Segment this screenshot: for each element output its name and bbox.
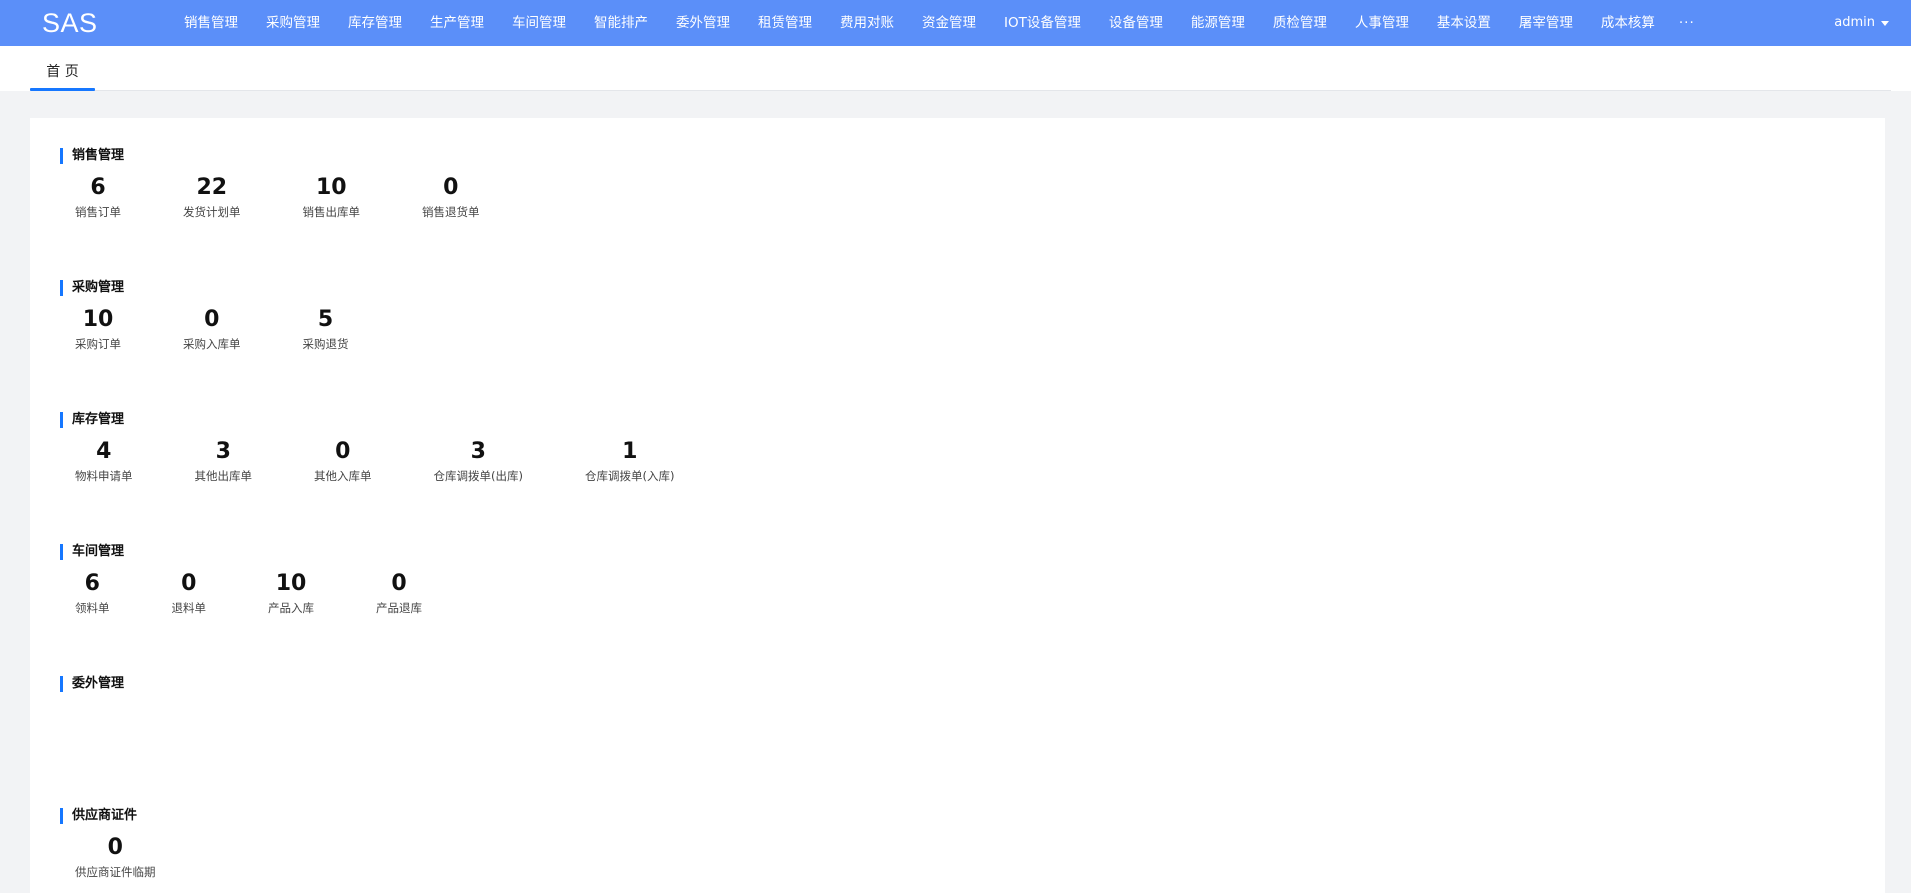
nav-item-outsourcing[interactable]: 委外管理	[662, 0, 744, 46]
stat-value: 6	[84, 571, 100, 596]
stat-label: 销售出库单	[302, 205, 361, 219]
main-nav: 销售管理 采购管理 库存管理 生产管理 车间管理 智能排产 委外管理 租赁管理 …	[170, 0, 1705, 46]
stat-label: 物料申请单	[75, 469, 133, 483]
nav-item-slaughter[interactable]: 屠宰管理	[1505, 0, 1587, 46]
stat-value: 10	[82, 307, 114, 332]
stat-label: 供应商证件临期	[75, 865, 156, 879]
stat-value: 0	[107, 835, 123, 860]
stat-value: 0	[391, 571, 407, 596]
stat-value: 0	[335, 439, 351, 464]
stat-value: 4	[96, 439, 112, 464]
chevron-down-icon	[1881, 20, 1889, 26]
nav-item-funds[interactable]: 资金管理	[908, 0, 990, 46]
stat-sales-outbound[interactable]: 10 销售出库单	[303, 173, 361, 221]
nav-item-workshop[interactable]: 车间管理	[498, 0, 580, 46]
stat-delivery-plans[interactable]: 22 发货计划单	[183, 173, 241, 221]
stat-label: 退料单	[171, 601, 207, 615]
stat-value: 3	[470, 439, 486, 464]
nav-item-basic-settings[interactable]: 基本设置	[1423, 0, 1505, 46]
nav-item-expense-reconciliation[interactable]: 费用对账	[826, 0, 908, 46]
stat-value: 22	[196, 175, 228, 200]
stat-label: 销售退货单	[422, 205, 480, 219]
stat-value: 10	[275, 571, 307, 596]
section-title: 销售管理	[60, 148, 124, 164]
stat-value: 5	[317, 307, 334, 332]
username: admin	[1834, 15, 1875, 30]
stat-value: 0	[204, 307, 220, 332]
nav-item-scheduling[interactable]: 智能排产	[580, 0, 662, 46]
stat-value: 3	[215, 439, 231, 464]
stat-picking-orders[interactable]: 6 领料单	[75, 569, 110, 617]
stat-list: 6 领料单 0 退料单 10 产品入库 0 产品退库	[75, 569, 484, 617]
stat-product-returns[interactable]: 0 产品退库	[376, 569, 422, 617]
stat-label: 仓库调拨单(入库)	[584, 469, 675, 483]
stat-label: 采购订单	[75, 337, 121, 351]
stat-label: 采购退货	[302, 337, 349, 351]
stat-value: 1	[622, 439, 638, 464]
section-title: 车间管理	[60, 544, 124, 560]
nav-item-iot-devices[interactable]: IOT设备管理	[990, 0, 1095, 46]
stat-transfer-in[interactable]: 1 仓库调拨单(入库)	[585, 437, 674, 485]
stat-label: 发货计划单	[183, 205, 241, 219]
nav-item-quality[interactable]: 质检管理	[1259, 0, 1341, 46]
stat-label: 产品退库	[376, 601, 422, 615]
stat-label: 领料单	[75, 601, 110, 615]
stat-label: 采购入库单	[183, 337, 241, 351]
nav-item-cost-accounting[interactable]: 成本核算	[1587, 0, 1669, 46]
nav-item-sales[interactable]: 销售管理	[170, 0, 252, 46]
stat-value: 0	[443, 175, 459, 200]
section-title: 采购管理	[60, 280, 124, 296]
section-title: 库存管理	[60, 412, 124, 428]
active-tab-indicator	[30, 88, 95, 91]
tab-strip-divider	[30, 90, 1891, 91]
stat-transfer-out[interactable]: 3 仓库调拨单(出库)	[434, 437, 523, 485]
stat-value: 6	[90, 175, 106, 200]
stat-label: 仓库调拨单(出库)	[433, 469, 523, 483]
stat-value: 0	[181, 571, 197, 596]
stat-list: 10 采购订单 0 采购入库单 5 采购退货	[75, 305, 411, 353]
stat-purchase-returns[interactable]: 5 采购退货	[303, 305, 349, 353]
nav-item-purchase[interactable]: 采购管理	[252, 0, 334, 46]
stat-value: 10	[315, 175, 347, 200]
stat-label: 销售订单	[75, 205, 121, 219]
stat-certificates-expiring[interactable]: 0 供应商证件临期	[75, 833, 156, 881]
stat-product-inbound[interactable]: 10 产品入库	[268, 569, 314, 617]
dashboard-card: 销售管理 6 销售订单 22 发货计划单 10 销售出库单 0 销售退货单 采购…	[30, 118, 1885, 893]
nav-more-icon[interactable]: ···	[1669, 0, 1705, 46]
section-title: 委外管理	[60, 676, 124, 692]
nav-item-inventory[interactable]: 库存管理	[334, 0, 416, 46]
stat-list: 4 物料申请单 3 其他出库单 0 其他入库单 3 仓库调拨单(出库) 1 仓库…	[75, 437, 736, 485]
nav-item-equipment[interactable]: 设备管理	[1095, 0, 1177, 46]
stat-material-returns[interactable]: 0 退料单	[172, 569, 207, 617]
nav-item-production[interactable]: 生产管理	[416, 0, 498, 46]
stat-list: 0 供应商证件临期	[75, 833, 218, 881]
nav-item-hr[interactable]: 人事管理	[1341, 0, 1423, 46]
stat-other-outbound[interactable]: 3 其他出库单	[195, 437, 253, 485]
stat-label: 其他出库单	[194, 469, 253, 483]
stat-other-inbound[interactable]: 0 其他入库单	[314, 437, 372, 485]
stat-sales-returns[interactable]: 0 销售退货单	[422, 173, 480, 221]
top-navbar: SAS 销售管理 采购管理 库存管理 生产管理 车间管理 智能排产 委外管理 租…	[0, 0, 1911, 46]
stat-sales-orders[interactable]: 6 销售订单	[75, 173, 121, 221]
nav-item-energy[interactable]: 能源管理	[1177, 0, 1259, 46]
user-menu[interactable]: admin	[1834, 0, 1889, 46]
stat-label: 其他入库单	[314, 469, 372, 483]
stat-list: 6 销售订单 22 发货计划单 10 销售出库单 0 销售退货单	[75, 173, 542, 221]
nav-item-leasing[interactable]: 租赁管理	[744, 0, 826, 46]
stat-label: 产品入库	[268, 601, 314, 615]
app-logo[interactable]: SAS	[42, 4, 98, 42]
stat-purchase-orders[interactable]: 10 采购订单	[75, 305, 121, 353]
section-title: 供应商证件	[60, 808, 137, 824]
tab-label: 首 页	[46, 64, 79, 80]
stat-material-requests[interactable]: 4 物料申请单	[75, 437, 133, 485]
tab-strip: 首 页	[0, 46, 1911, 91]
stat-purchase-inbound[interactable]: 0 采购入库单	[183, 305, 241, 353]
tab-home[interactable]: 首 页	[30, 46, 95, 91]
